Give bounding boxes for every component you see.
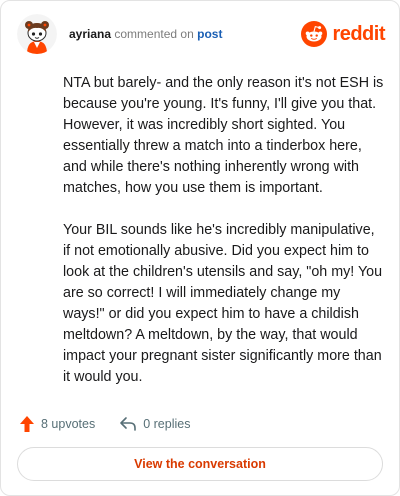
byline: ayriana commented on post [69, 26, 222, 42]
comment-paragraph-2: Your BIL sounds like he's incredibly man… [63, 222, 383, 385]
reply-arrow-icon [120, 417, 137, 431]
comment-body: NTA but barely- and the only reason it's… [63, 73, 385, 409]
username-link[interactable]: ayriana [69, 27, 111, 41]
upvote-button[interactable]: 8 upvotes [19, 415, 95, 433]
post-link[interactable]: post [197, 27, 222, 41]
reply-button[interactable]: 0 replies [119, 416, 190, 432]
comment-paragraph-1: NTA but barely- and the only reason it's… [63, 75, 384, 196]
comment-actions: 8 upvotes 0 replies [19, 414, 214, 434]
avatar[interactable] [17, 14, 57, 54]
upvote-arrow-icon [20, 416, 34, 432]
comment-header: ayriana commented on post reddit [17, 14, 385, 54]
reply-count: 0 replies [143, 417, 191, 431]
comment-embed-card: ayriana commented on post reddit NTA but… [0, 0, 400, 496]
reddit-logo[interactable]: reddit [301, 21, 385, 47]
reddit-logo-icon [301, 21, 328, 47]
upvote-count: 8 upvotes [41, 417, 96, 431]
reddit-wordmark: reddit [332, 23, 385, 45]
view-conversation-button[interactable]: View the conversation [17, 447, 383, 481]
commented-on-text: commented on [114, 27, 194, 41]
